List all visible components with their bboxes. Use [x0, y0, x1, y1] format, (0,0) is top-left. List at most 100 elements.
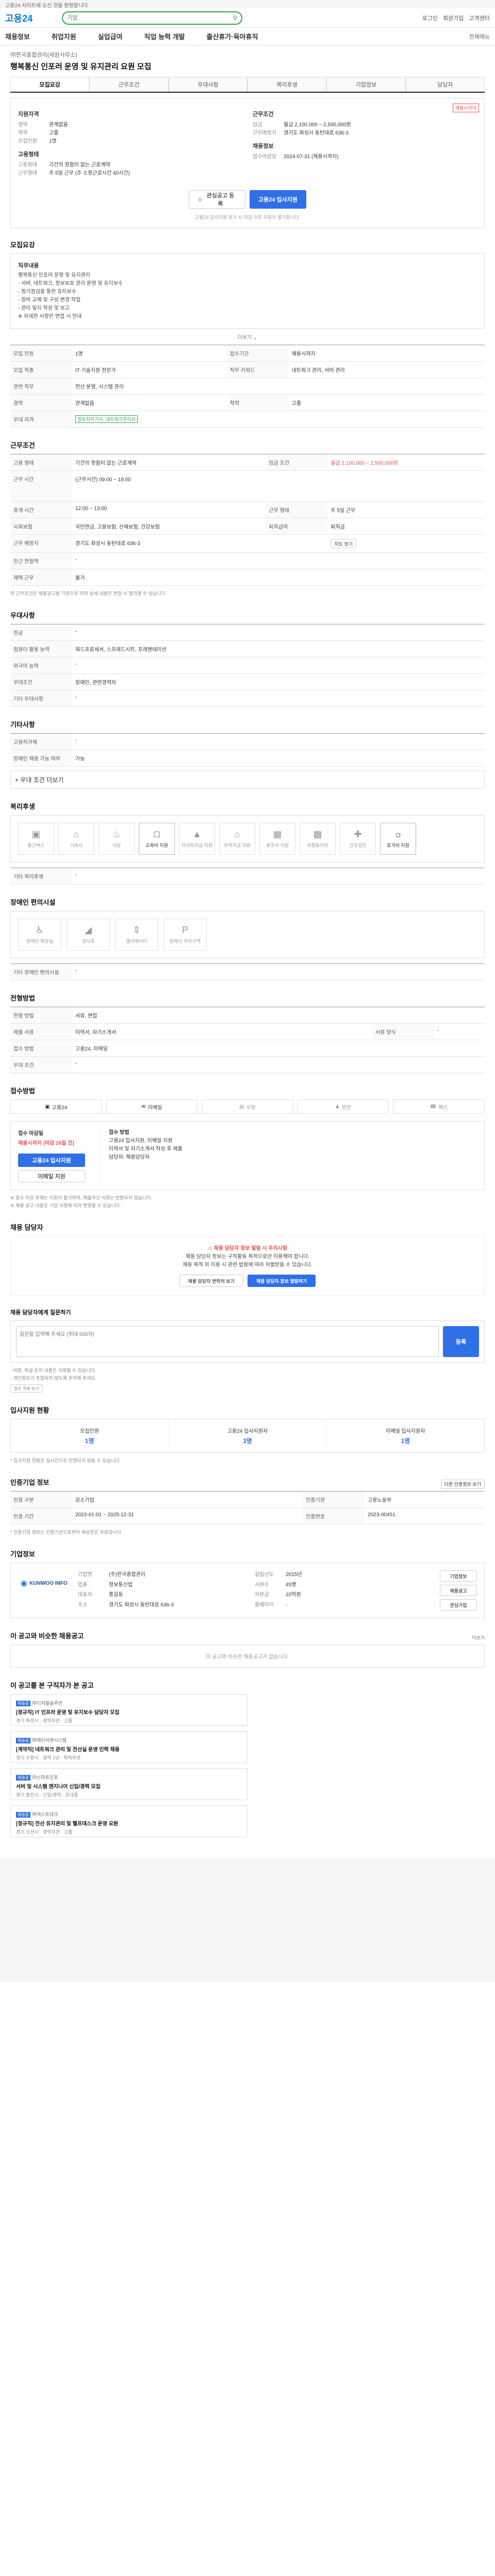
summary-key: 근무예정지 — [253, 130, 276, 136]
tab-welfare[interactable]: 복리후생 — [247, 77, 327, 92]
contact-open-button[interactable]: 채용 담당자 정보 열람하기 — [247, 1275, 316, 1287]
company-key: 주소 — [78, 1602, 88, 1608]
signup-link[interactable]: 회원가입 — [443, 14, 464, 22]
summary-value: 기간의 정함이 없는 근로계약 — [49, 162, 110, 168]
cell-value: 네트워크 관리, 서버 관리 — [288, 361, 485, 378]
report-title-text: 채용 담당자 정보 열람 시 주의사항 — [213, 1246, 288, 1251]
house-icon: ⌂ — [234, 829, 240, 839]
tab-recruit[interactable]: 모집요강 — [10, 77, 90, 92]
nav-item-employment[interactable]: 취업지원 — [52, 31, 76, 41]
table-row: 외국어 능력 - — [10, 657, 485, 674]
summary-key: 접수마감일 — [253, 154, 276, 160]
status-item: 고용24 입사지원자 3명 — [169, 1419, 327, 1452]
table-row: 휴게 시간 12:00 ~ 13:00 근무 형태 주 5일 근무 — [10, 501, 485, 518]
recommend-card[interactable]: 채용중 ㈜에이치앤시스템 [계약직] 네트워크 관리 및 전산실 운영 인력 채용… — [10, 1731, 248, 1763]
cert-tag: 정보처리기사, 네트워크관리사 — [75, 415, 138, 423]
search-icon[interactable]: ⚲ — [233, 14, 237, 22]
deadline-notes: ※ 접수 마감 후에는 지원이 불가하며, 제출하신 서류는 반환되지 않습니다… — [10, 1194, 485, 1210]
site-logo[interactable]: 고용24 — [5, 11, 52, 25]
etc-more-button[interactable]: + 우대 조건 더보기 — [10, 771, 485, 789]
summary-heading: 채용정보 — [253, 143, 274, 149]
help-link[interactable]: 고객센터 — [469, 14, 490, 22]
conditions-section: 근무조건 고용 형태 기간의 정함이 없는 근로계약 임금 조건 월급 2,100,0… — [5, 434, 490, 604]
tab-conditions[interactable]: 근무조건 — [89, 77, 169, 92]
apply-button[interactable]: 고용24 입사지원 — [250, 190, 306, 209]
welfare-item: □ 교육비 지원 — [139, 823, 175, 855]
company-info-button[interactable]: 기업정보 — [440, 1570, 477, 1582]
qa-title: 채용 담당자에게 질문하기 — [10, 1310, 71, 1316]
company-name[interactable]: ㈜한국종합관리(세원사무소) — [10, 50, 485, 59]
gift-icon: ▦ — [273, 829, 282, 839]
status-label: 이메일 입사지원자 — [386, 1429, 425, 1434]
report-title: ⚠ 채용 담당자 정보 열람 시 주의사항 — [19, 1245, 476, 1253]
cell-value: 2023-01-01 ~ 2025-12-31 — [72, 1507, 303, 1524]
table-row: 우대 조건 - — [10, 1056, 485, 1073]
nav-item-jobs[interactable]: 채용정보 — [5, 31, 30, 41]
summary-heading: 근무조건 — [253, 111, 274, 117]
recommend-title: 서버 및 시스템 엔지니어 신입/경력 모집 — [16, 1784, 101, 1790]
nav-item-leave[interactable]: 출산휴가·육아휴직 — [207, 31, 258, 41]
company-follow-button[interactable]: 관심기업 — [440, 1599, 477, 1611]
all-menu-button[interactable]: 전체메뉴 — [469, 32, 490, 41]
search-input[interactable] — [67, 14, 233, 21]
welfare-item: ✚ 건강검진 — [340, 823, 376, 855]
tab-contact[interactable]: 담당자 — [405, 77, 485, 92]
welfare-label: 자녀학자금 지원 — [181, 843, 213, 848]
tab-preferred[interactable]: 우대사항 — [168, 77, 248, 92]
scrap-button[interactable]: ☆ 관심공고 등록 — [189, 190, 245, 209]
recommend-tag: 채용중 — [16, 1812, 31, 1818]
method-section: 전형방법 전형 방법 서류, 면접 제출 서류 이력서, 자기소개서 서류 양식 - 접… — [5, 987, 490, 1079]
similar-more-link[interactable]: 더보기 — [472, 1634, 485, 1641]
parking-icon: P — [182, 925, 188, 935]
status-value: 3명 — [243, 1437, 252, 1445]
nav-item-training[interactable]: 직업 능력 개발 — [144, 31, 185, 41]
contact-view-button[interactable]: 채용 담당자 연락처 보기 — [179, 1275, 243, 1287]
table-row: 우대조건 장애인, 관련경력자 — [10, 673, 485, 690]
duty-more-button[interactable]: 더보기 ⌄ — [10, 329, 485, 345]
site-footer — [0, 1859, 495, 1982]
qa-textarea[interactable] — [16, 1326, 439, 1357]
recommend-card[interactable]: 채용중 ㈜디지털솔루션 [정규직] IT 인프라 운영 및 유지보수 담당자 모집… — [10, 1694, 248, 1726]
method-label: 고용24 — [52, 1105, 68, 1111]
login-link[interactable]: 로그인 — [422, 14, 438, 22]
cell-value: 강소기업 — [72, 1491, 303, 1508]
barrier-item: ⇕ 엘리베이터 — [115, 919, 158, 951]
qa-note: - 개인정보가 포함되지 않도록 주의해 주세요. — [10, 1376, 97, 1381]
recommend-card[interactable]: 채용중 ㈜스마트인포 서버 및 시스템 엔지니어 신입/경력 모집 경기 용인시 … — [10, 1768, 248, 1800]
company-jobs-button[interactable]: 채용공고 — [440, 1585, 477, 1596]
recommend-meta: 경기 수원시 · 경력 1년 · 학력무관 — [16, 1755, 81, 1760]
mail-icon: ✉ — [141, 1104, 146, 1110]
email-apply-button[interactable]: 이메일 지원 — [18, 1170, 85, 1182]
nav-item-unemployment[interactable]: 실업급여 — [98, 31, 123, 41]
map-button[interactable]: 지도 보기 — [327, 534, 485, 553]
table-row: 기타 복리후생 - — [10, 868, 485, 885]
welfare-item: ▲ 자녀학자금 지원 — [179, 823, 215, 855]
qa-list-button[interactable]: 질문 목록 보기 — [10, 1384, 43, 1393]
cell-key: 근무 형태 — [266, 501, 328, 518]
cell-key: 전공 — [10, 624, 72, 641]
alert-icon: ⚠ — [207, 1246, 214, 1251]
deadline-right-title: 접수 방법 — [109, 1130, 129, 1136]
cell-value: - — [72, 868, 485, 885]
duty-title: 직무내용 — [18, 263, 39, 269]
tab-company[interactable]: 기업정보 — [326, 77, 406, 92]
duty-box: 직무내용 행복통신 인포러 운영 및 유지관리 - 서버, 네트워크, 정보보호… — [10, 253, 485, 329]
cert-more-button[interactable]: 다른 인증정보 보기 — [440, 1479, 485, 1489]
deadline-apply-button[interactable]: 고용24 입사지원 — [18, 1154, 85, 1167]
cell-key: 인증번호 — [303, 1507, 365, 1524]
cell-value: 불가 — [72, 569, 485, 586]
company-key: 설립년도 — [255, 1572, 274, 1578]
cell-value: 경기도 화성시 동탄대로 636-3 — [72, 534, 328, 553]
table-row: 인증 구분 강소기업 인증기관 고용노동부 — [10, 1491, 485, 1508]
header-links: 로그인 회원가입 고객센터 — [422, 14, 490, 22]
table-row: 전공 - — [10, 624, 485, 641]
post-icon: ▤ — [239, 1104, 244, 1110]
qa-submit-button[interactable]: 등록 — [443, 1326, 479, 1357]
recommend-card[interactable]: 채용중 ㈜넥스트테크 [정규직] 전산 유지관리 및 헬프데스크 운영 요원 경기… — [10, 1805, 248, 1837]
welfare-label: 건강검진 — [349, 843, 367, 848]
cell-key: 근무 예정지 — [10, 534, 72, 553]
cell-value: 전산 운영, 시스템 관리 — [72, 378, 485, 395]
cell-key: 장애인 채용 가능 여부 — [10, 750, 72, 767]
deadline-box: 접수 마감일 채용시까지 (마감 26일 전) 고용24 입사지원 이메일 지원… — [10, 1121, 485, 1190]
cell-value: (근무시간) 09:00 ~ 18:00 — [72, 470, 485, 502]
